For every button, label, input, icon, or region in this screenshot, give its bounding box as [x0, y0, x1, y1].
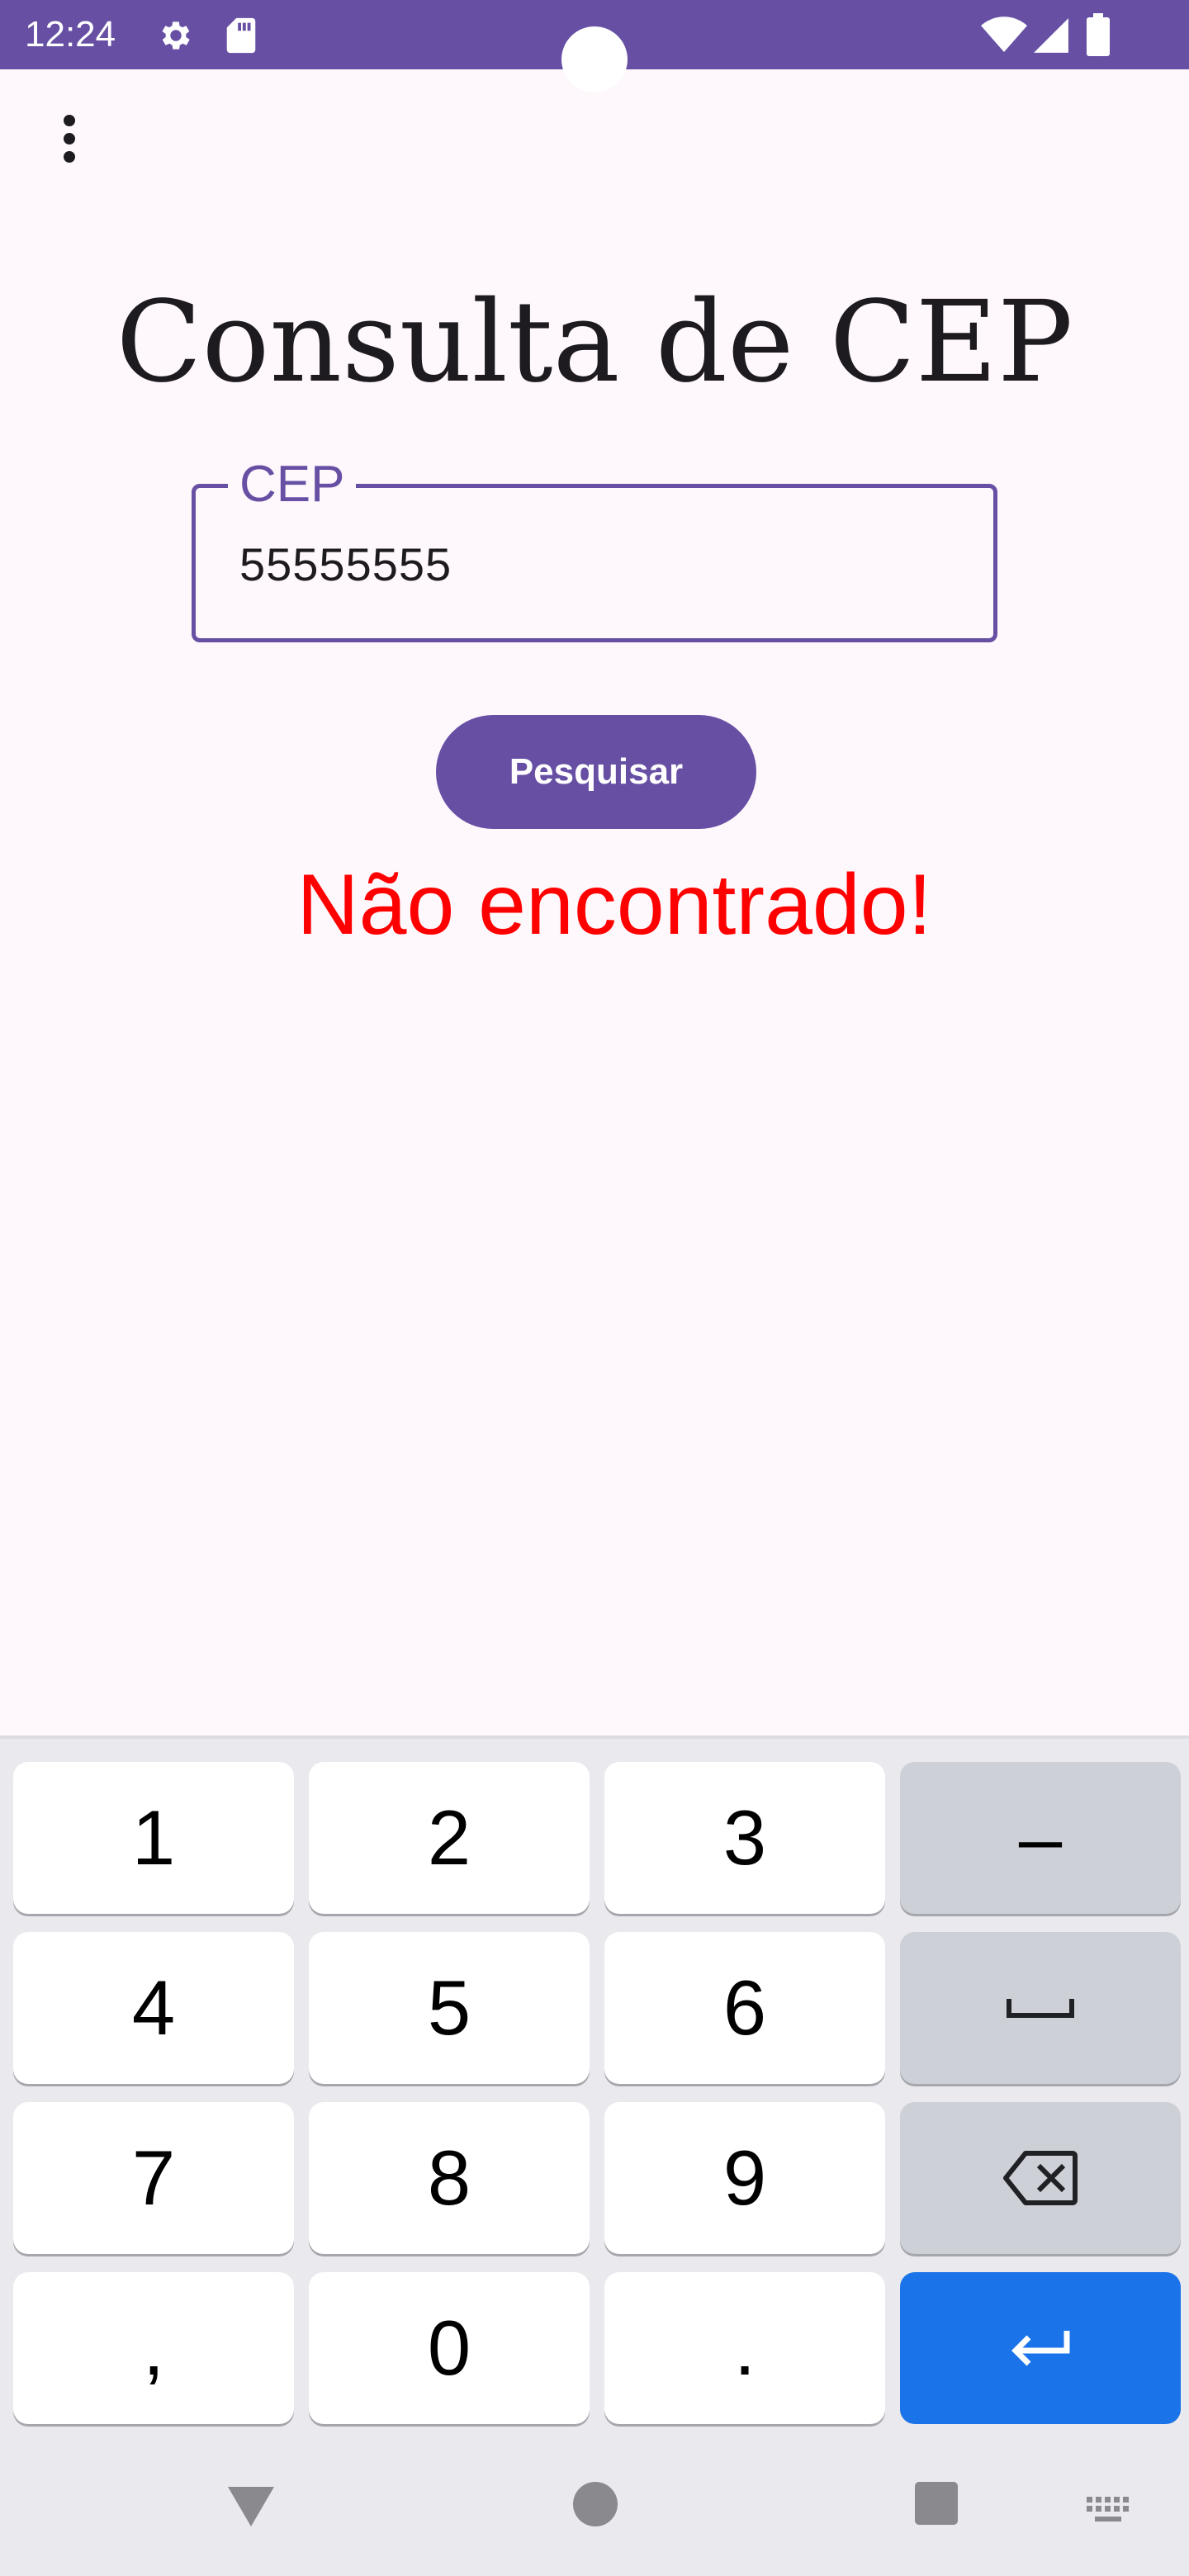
- cep-field-value[interactable]: 55555555: [239, 538, 452, 591]
- overflow-menu-icon[interactable]: [45, 106, 94, 172]
- cep-field-label: CEP: [228, 457, 357, 512]
- recents-icon[interactable]: [915, 2482, 958, 2525]
- gear-icon: [162, 21, 190, 50]
- key-9[interactable]: 9: [604, 2102, 885, 2254]
- keyboard-divider: [0, 1735, 1189, 1739]
- result-message: Não encontrado!: [296, 857, 932, 953]
- backspace-icon: [1003, 2151, 1078, 2205]
- status-time: 12:24: [25, 14, 116, 54]
- key-enter[interactable]: [900, 2272, 1181, 2424]
- back-icon[interactable]: [225, 2482, 277, 2530]
- navigation-bar: [0, 2434, 1189, 2576]
- key-5[interactable]: 5: [309, 1932, 590, 2084]
- status-bar: 12:24: [0, 0, 1189, 92]
- key-space[interactable]: [900, 1932, 1181, 2084]
- wifi-icon: [981, 17, 1027, 52]
- key-7[interactable]: 7: [13, 2102, 294, 2254]
- key-0[interactable]: 0: [309, 2272, 590, 2424]
- search-button[interactable]: Pesquisar: [436, 715, 756, 829]
- camera-cutout: [561, 26, 628, 92]
- key-2[interactable]: 2: [309, 1762, 590, 1914]
- space-icon: [1007, 1999, 1074, 2018]
- key-3[interactable]: 3: [604, 1762, 885, 1914]
- battery-icon: [1087, 13, 1110, 56]
- sd-card-icon: [226, 17, 256, 54]
- key-comma[interactable]: ,: [13, 2272, 294, 2424]
- home-icon[interactable]: [573, 2482, 618, 2526]
- key-backspace[interactable]: [900, 2102, 1181, 2254]
- page-title: Consulta de CEP: [116, 277, 1073, 408]
- signal-icon: [1034, 18, 1068, 53]
- key-1[interactable]: 1: [13, 1762, 294, 1914]
- key-8[interactable]: 8: [309, 2102, 590, 2254]
- key-6[interactable]: 6: [604, 1932, 885, 2084]
- enter-icon: [1011, 2331, 1070, 2366]
- key-dash[interactable]: –: [900, 1762, 1181, 1914]
- key-period[interactable]: .: [604, 2272, 885, 2424]
- keyboard-switch-icon[interactable]: [1085, 2495, 1135, 2528]
- key-4[interactable]: 4: [13, 1932, 294, 2084]
